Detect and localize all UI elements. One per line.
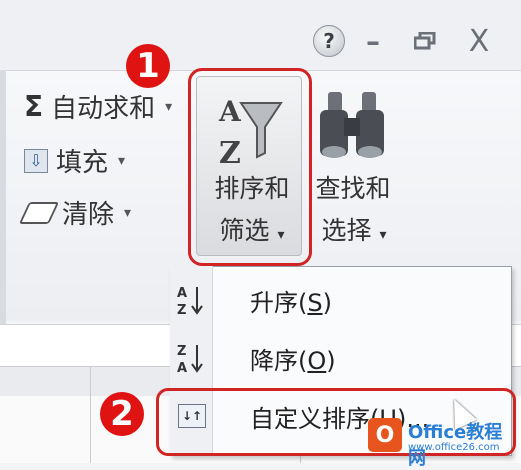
fill-down-icon: ⇩ — [24, 148, 48, 173]
menu-item-label: 升序 — [250, 288, 298, 317]
eraser-icon — [18, 201, 60, 224]
help-icon: ? — [313, 25, 345, 57]
svg-text:Z: Z — [177, 344, 186, 359]
excel-window: ? – X Σ 自动求和 ▾ ⇩ 填充 ▾ 清除 ▾ A Z 排序和 筛选 ▾ — [0, 0, 521, 469]
step-badge-1: 1 — [126, 44, 170, 88]
menu-item-sort-descending[interactable]: Z A 降序(O) — [172, 332, 508, 384]
minimize-button[interactable]: – — [358, 24, 388, 58]
help-button[interactable]: ? — [310, 24, 348, 58]
watermark-url: www.office26.com — [408, 442, 500, 453]
restore-button[interactable] — [410, 24, 440, 58]
close-button[interactable]: X — [462, 24, 496, 59]
access-key: O — [307, 346, 327, 375]
binoculars-icon[interactable] — [316, 88, 388, 164]
restore-icon — [414, 32, 436, 50]
chevron-down-icon: ▾ — [165, 98, 173, 115]
menu-item-sort-ascending[interactable]: A Z 升序(S) — [172, 274, 508, 326]
fill-button[interactable]: ⇩ 填充 ▾ — [24, 142, 125, 179]
chevron-down-icon: ▾ — [379, 227, 387, 243]
ribbon-divider — [0, 70, 6, 330]
office-logo-icon: O — [368, 418, 402, 452]
find-select-label-2[interactable]: 选择 ▾ — [316, 218, 392, 243]
svg-text:A: A — [177, 361, 187, 375]
svg-text:Z: Z — [177, 303, 186, 317]
sort-ascending-icon: A Z — [172, 283, 212, 317]
watermark: O Office教程网 www.office26.com — [360, 410, 520, 469]
fill-label: 填充 — [56, 148, 109, 178]
column-divider — [90, 366, 91, 463]
menu-item-label: 降序 — [250, 346, 298, 375]
svg-text:A: A — [177, 286, 187, 301]
chevron-down-icon: ▾ — [124, 204, 132, 221]
title-bar — [0, 0, 521, 70]
access-key: S — [307, 288, 323, 317]
clear-button[interactable]: 清除 ▾ — [18, 194, 132, 231]
autosum-label: 自动求和 — [51, 94, 156, 124]
sigma-icon: Σ — [24, 90, 44, 123]
annotation-highlight-sort-button — [188, 68, 312, 266]
step-badge-2: 2 — [100, 392, 144, 436]
chevron-down-icon: ▾ — [118, 152, 126, 169]
sort-descending-icon: Z A — [172, 341, 212, 375]
clear-label: 清除 — [62, 200, 115, 230]
autosum-button[interactable]: Σ 自动求和 ▾ — [24, 88, 172, 125]
find-select-label[interactable]: 查找和 — [310, 176, 396, 201]
